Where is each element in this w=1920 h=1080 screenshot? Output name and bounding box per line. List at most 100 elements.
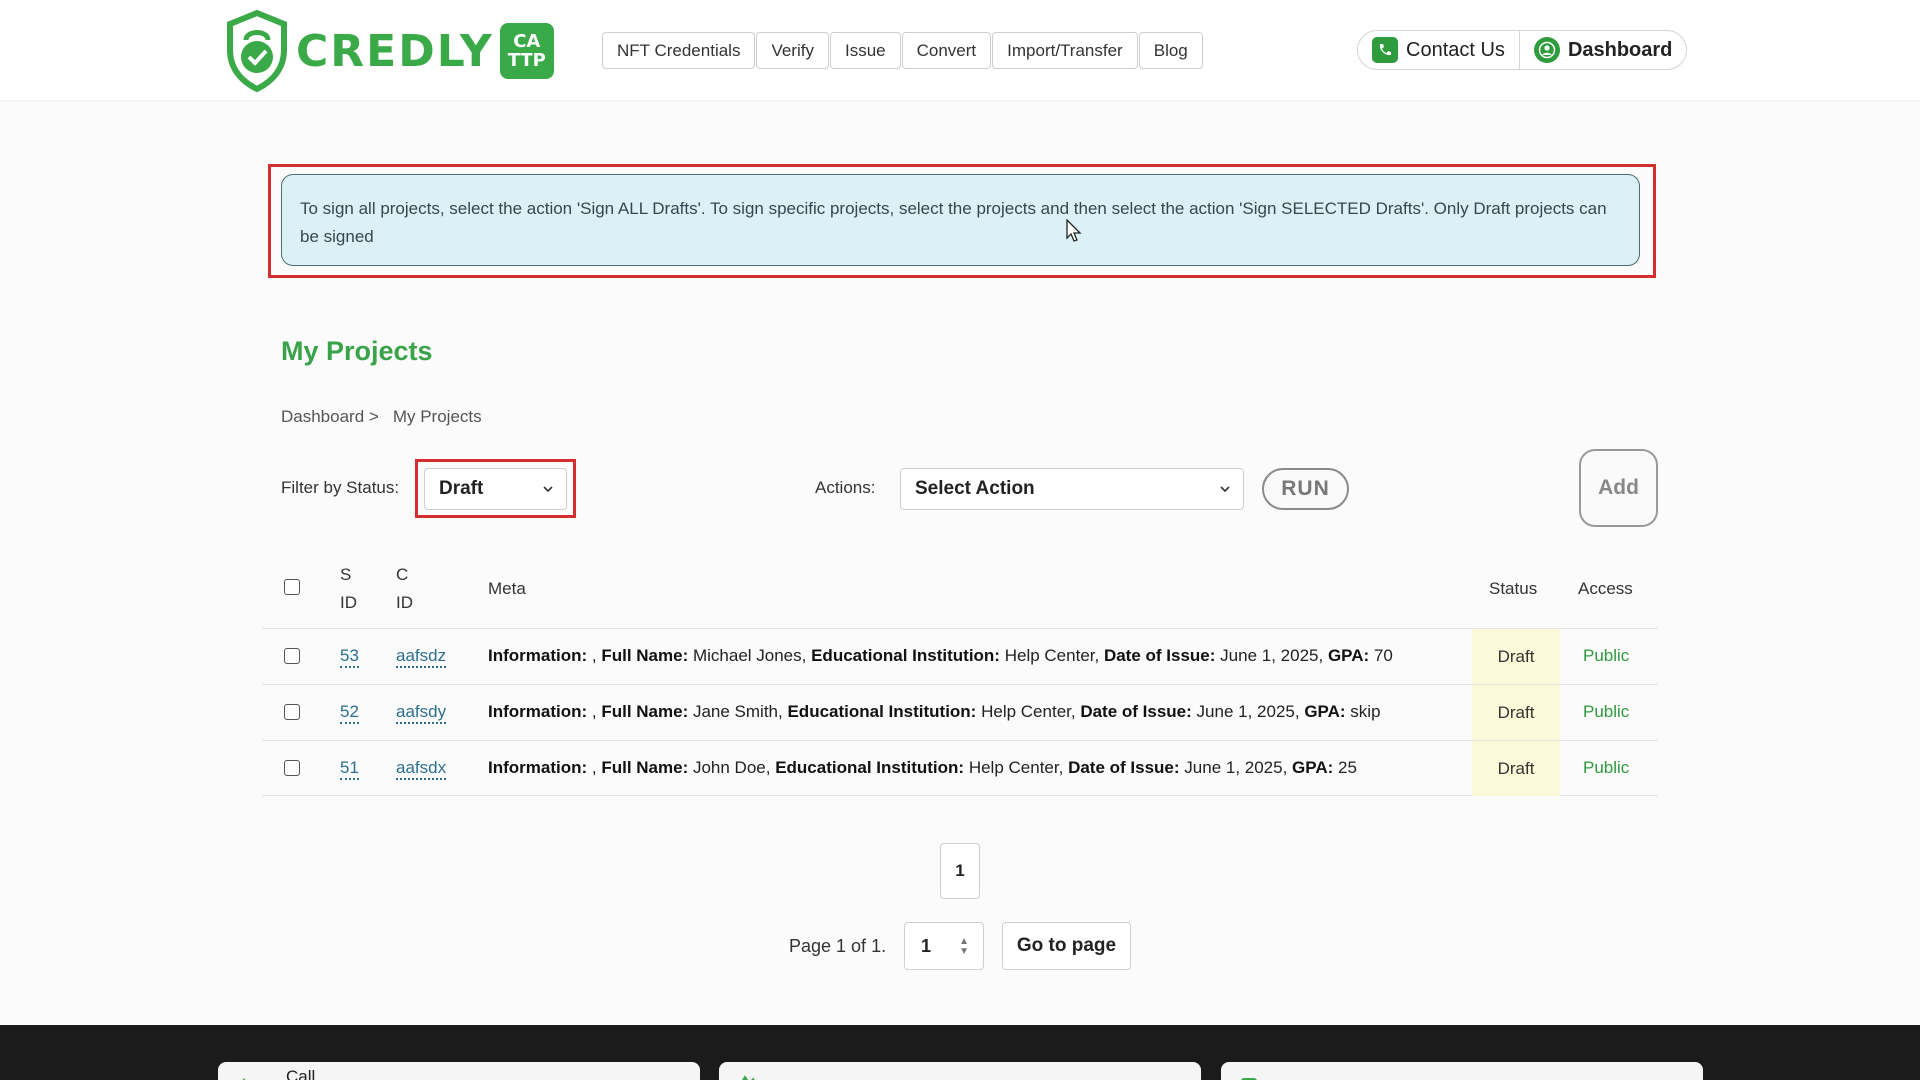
phone-icon [242, 1078, 252, 1080]
contact-us-button[interactable]: Contact Us [1358, 31, 1519, 69]
footer-card-3[interactable] [1221, 1062, 1703, 1080]
meta-gpa: skip [1350, 702, 1381, 721]
meta-label-institution: Educational Institution: [775, 758, 965, 777]
col-header-meta: Meta [488, 579, 526, 598]
stepper-arrows-icon[interactable]: ▲ ▼ [959, 937, 969, 957]
mail-icon [742, 1075, 755, 1080]
actions-select[interactable]: Select Action [900, 468, 1244, 510]
table-row: 53 aafsdz Information: , Full Name: Mich… [262, 628, 1658, 684]
select-all-checkbox[interactable] [284, 579, 300, 595]
meta-label-date: Date of Issue: [1080, 702, 1192, 721]
col-header-cid-line2: ID [396, 593, 413, 612]
meta-full-name: John Doe [692, 758, 766, 777]
row-checkbox[interactable] [284, 704, 300, 720]
shield-check-icon [227, 10, 287, 92]
row-meta: Information: , Full Name: Jane Smith, Ed… [488, 702, 1381, 721]
nav-import-transfer[interactable]: Import/Transfer [992, 32, 1138, 69]
nav-convert[interactable]: Convert [901, 32, 992, 69]
row-sid-link[interactable]: 53 [340, 646, 359, 668]
status-filter-select[interactable]: Draft [424, 468, 567, 510]
row-access: Public [1583, 646, 1630, 665]
actions-select-value: Select Action [915, 478, 1035, 499]
meta-label-institution: Educational Institution: [811, 646, 1000, 665]
meta-label-information: Information: [488, 758, 588, 777]
meta-institution: Help Center [1004, 646, 1095, 665]
footer-card-call[interactable]: Call [218, 1062, 700, 1080]
row-checkbox[interactable] [284, 648, 300, 664]
site-header: CREDLY CA TTP NFT Credentials Verify Iss… [0, 0, 1920, 100]
signing-info-alert: To sign all projects, select the action … [281, 174, 1640, 266]
col-header-status: Status [1489, 579, 1538, 598]
row-status: Draft [1472, 741, 1560, 796]
add-project-button[interactable]: Add [1579, 449, 1658, 527]
logo-badge-line1: CA [513, 31, 541, 52]
footer-card-call-label: Call [286, 1067, 316, 1080]
breadcrumb-current: My Projects [392, 407, 482, 426]
meta-label-full-name: Full Name: [601, 702, 689, 721]
mouse-cursor-icon [1066, 219, 1082, 242]
logo-badge-line2: TTP [507, 50, 546, 71]
row-cid-link[interactable]: aafsdz [396, 646, 447, 668]
row-meta: Information: , Full Name: Michael Jones,… [488, 646, 1393, 665]
meta-label-institution: Educational Institution: [787, 702, 977, 721]
logo-wordmark: CREDLY [296, 25, 494, 77]
footer-card-2[interactable] [719, 1062, 1201, 1080]
col-header-cid-line1: C [396, 565, 409, 584]
table-row: 52 aafsdy Information: , Full Name: Jane… [262, 684, 1658, 740]
status-filter-value: Draft [439, 478, 484, 499]
row-status: Draft [1472, 685, 1560, 740]
meta-gpa: 25 [1338, 758, 1357, 777]
meta-institution: Help Center [981, 702, 1071, 721]
phone-icon [1372, 37, 1398, 63]
meta-label-gpa: GPA: [1292, 758, 1334, 777]
nav-verify[interactable]: Verify [756, 32, 829, 69]
meta-date: June 1, 2025 [1220, 646, 1319, 665]
header-actions: Contact Us Dashboard [1357, 30, 1688, 70]
meta-institution: Help Center [968, 758, 1059, 777]
row-access: Public [1583, 702, 1630, 721]
row-status: Draft [1472, 629, 1560, 684]
nav-nft-credentials[interactable]: NFT Credentials [602, 32, 756, 69]
nav-blog[interactable]: Blog [1138, 32, 1203, 69]
row-sid-link[interactable]: 52 [340, 702, 359, 724]
run-button[interactable]: RUN [1262, 468, 1349, 510]
table-row: 51 aafsdx Information: , Full Name: John… [262, 740, 1658, 796]
page-number-button[interactable]: 1 [940, 843, 980, 899]
col-header-sid-line1: S [340, 565, 352, 584]
filter-status-label: Filter by Status: [281, 478, 400, 497]
meta-full-name: Jane Smith [692, 702, 779, 721]
page-number-input-value: 1 [921, 935, 932, 956]
col-header-access: Access [1578, 579, 1633, 598]
nav-issue[interactable]: Issue [829, 32, 901, 69]
page-of-text: Page 1 of 1. [789, 936, 887, 956]
row-checkbox[interactable] [284, 760, 300, 776]
breadcrumb: Dashboard > My Projects [281, 407, 482, 427]
go-to-page-button[interactable]: Go to page [1002, 922, 1131, 970]
meta-date: June 1, 2025 [1184, 758, 1283, 777]
meta-label-full-name: Full Name: [601, 758, 689, 777]
page-title: My Projects [281, 336, 433, 366]
meta-date: June 1, 2025 [1196, 702, 1295, 721]
meta-label-gpa: GPA: [1327, 646, 1370, 665]
page-number-input[interactable]: 1 ▲ ▼ [904, 922, 984, 970]
col-header-cid: C ID [396, 561, 413, 617]
row-cid-link[interactable]: aafsdx [396, 758, 447, 780]
col-header-sid: S ID [340, 561, 357, 617]
contact-us-label: Contact Us [1406, 38, 1505, 61]
row-access: Public [1583, 758, 1630, 777]
dashboard-button[interactable]: Dashboard [1518, 31, 1686, 69]
user-icon [1533, 37, 1560, 63]
meta-label-information: Information: [488, 646, 588, 665]
meta-label-information: Information: [488, 702, 588, 721]
credly-logo[interactable]: CREDLY CA TTP [224, 10, 554, 92]
meta-full-name: Michael Jones [692, 646, 802, 665]
row-meta: Information: , Full Name: John Doe, Educ… [488, 758, 1357, 777]
meta-label-gpa: GPA: [1304, 702, 1346, 721]
main-nav: NFT Credentials Verify Issue Convert Imp… [602, 32, 1203, 69]
meta-label-date: Date of Issue: [1103, 646, 1216, 665]
row-cid-link[interactable]: aafsdy [396, 702, 447, 724]
breadcrumb-dashboard-link[interactable]: Dashboard > [281, 407, 379, 427]
row-sid-link[interactable]: 51 [340, 758, 359, 780]
location-icon [1241, 1078, 1257, 1080]
site-footer: Call [0, 1025, 1920, 1080]
